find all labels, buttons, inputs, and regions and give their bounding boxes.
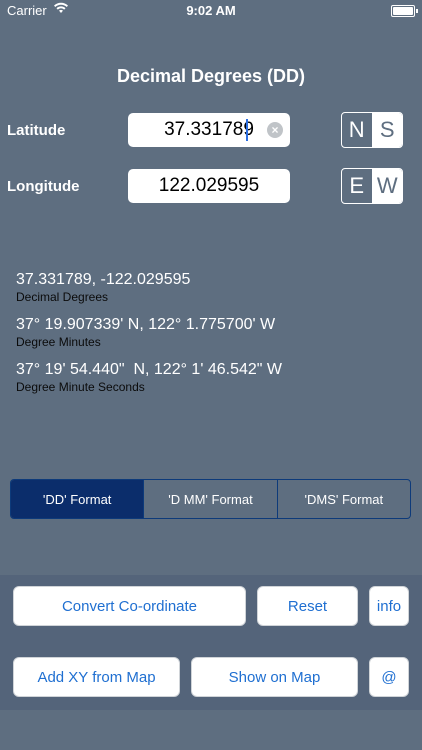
longitude-input[interactable] (128, 169, 290, 203)
result-dms-caption: Degree Minute Seconds (16, 380, 145, 394)
clear-icon[interactable]: × (267, 122, 283, 138)
result-dd-value: 37.331789, -122.029595 (16, 271, 191, 288)
status-bar: Carrier 9:02 AM (0, 0, 422, 22)
page-title: Decimal Degrees (DD) (116, 66, 306, 86)
ns-toggle[interactable]: N S (341, 112, 403, 148)
tab-dmm-format[interactable]: 'D MM' Format (143, 480, 276, 518)
tab-dd-format[interactable]: 'DD' Format (11, 480, 144, 518)
add-xy-from-map-button[interactable]: Add XY from Map (13, 657, 180, 697)
result-dms-value: 37° 19' 54.440" N, 122° 1' 46.542" W (16, 361, 282, 378)
clock: 9:02 AM (186, 3, 236, 18)
result-dd: 37.331789, -122.029595 Decimal Degrees (16, 271, 190, 304)
email-button[interactable]: @ (369, 657, 409, 697)
ew-toggle[interactable]: E W (341, 168, 403, 204)
toggle-s[interactable]: S (371, 113, 402, 147)
reset-button[interactable]: Reset (257, 586, 358, 626)
tab-dms-format[interactable]: 'DMS' Format (276, 480, 410, 518)
toggle-n[interactable]: N (342, 113, 372, 147)
result-dmm-value: 37° 19.907339' N, 122° 1.775700' W (16, 316, 276, 333)
latitude-input[interactable] (128, 113, 290, 147)
longitude-field[interactable] (128, 169, 290, 203)
result-dmm: 37° 19.907339' N, 122° 1.775700' W Degre… (16, 316, 275, 349)
result-dmm-caption: Degree Minutes (16, 335, 101, 349)
format-selector[interactable]: 'DD' Format 'D MM' Format 'DMS' Format (10, 479, 411, 519)
info-button[interactable]: info (369, 586, 409, 626)
battery-icon (391, 5, 418, 17)
toggle-w[interactable]: W (371, 169, 402, 203)
toggle-e[interactable]: E (342, 169, 372, 203)
longitude-label: Longitude (7, 178, 80, 195)
show-on-map-button[interactable]: Show on Map (191, 657, 358, 697)
result-dd-caption: Decimal Degrees (16, 290, 109, 304)
result-dms: 37° 19' 54.440" N, 122° 1' 46.542" W Deg… (16, 361, 282, 394)
text-cursor (246, 119, 248, 141)
latitude-field[interactable]: × (128, 113, 290, 147)
latitude-label: Latitude (7, 122, 66, 139)
convert-button[interactable]: Convert Co-ordinate (13, 586, 246, 626)
